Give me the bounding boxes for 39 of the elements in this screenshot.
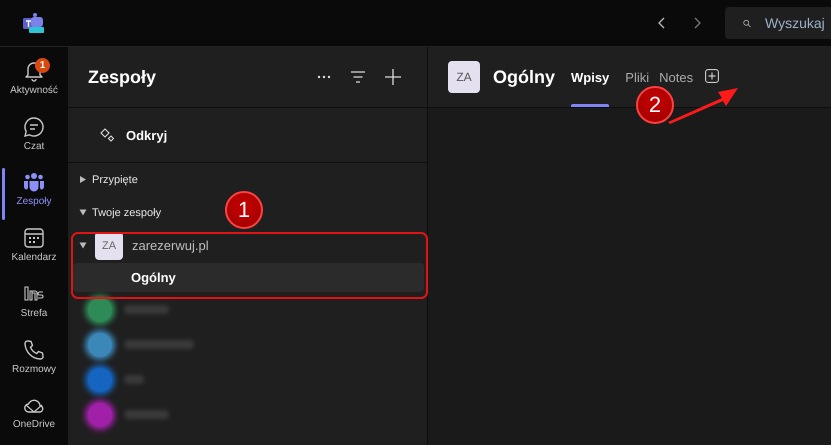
- teams-logo-icon: [23, 13, 45, 33]
- annotation-arrow: [668, 86, 739, 126]
- section-header[interactable]: Przypięte: [92, 174, 138, 186]
- add-icon[interactable]: [385, 69, 401, 85]
- team-name[interactable]: zarezerwuj.pl: [132, 238, 209, 253]
- people-icon[interactable]: [23, 171, 45, 194]
- pane-title: Zespoły: [88, 66, 158, 88]
- search-bar[interactable]: Wyszukaj: [725, 7, 831, 39]
- filter-icon[interactable]: [351, 70, 365, 84]
- rail-label[interactable]: Rozmowy: [12, 364, 56, 375]
- add-tab-icon[interactable]: [705, 69, 720, 83]
- tab[interactable]: Pliki: [625, 70, 650, 84]
- blurred-team-name: [124, 410, 169, 419]
- tab[interactable]: Wpisy: [571, 70, 610, 84]
- calendar-icon[interactable]: [23, 227, 45, 250]
- sparkle-icon: [100, 128, 114, 142]
- caret-icon[interactable]: [80, 176, 86, 183]
- search-field[interactable]: Wyszukaj: [765, 15, 831, 31]
- rail-label[interactable]: Zespoły: [16, 196, 52, 208]
- section-header[interactable]: Twoje zespoły: [92, 206, 162, 218]
- rail-label[interactable]: Czat: [24, 140, 44, 152]
- notification-badge: 1: [35, 58, 50, 73]
- rail-label[interactable]: Strefa: [20, 308, 48, 319]
- blurred-team-name: [124, 340, 194, 349]
- rail-label[interactable]: Kalendarz: [11, 252, 57, 264]
- channel-item[interactable]: Ogólny: [73, 263, 424, 292]
- bell-icon[interactable]: [23, 60, 45, 82]
- phone-icon[interactable]: [23, 338, 45, 361]
- chat-icon[interactable]: [23, 116, 45, 138]
- channel-title: Ogólny: [493, 66, 555, 88]
- channel-avatar: ZA: [448, 61, 480, 93]
- blurred-team-name: [124, 305, 169, 314]
- tab[interactable]: Notes: [659, 70, 694, 84]
- rail-label[interactable]: OneDrive: [12, 419, 56, 430]
- caret-icon[interactable]: [80, 242, 86, 248]
- caret-icon[interactable]: [80, 210, 86, 216]
- team-avatar: ZA: [95, 232, 123, 260]
- blurred-team-name: [124, 375, 144, 384]
- rail-label[interactable]: Aktywność: [10, 85, 58, 96]
